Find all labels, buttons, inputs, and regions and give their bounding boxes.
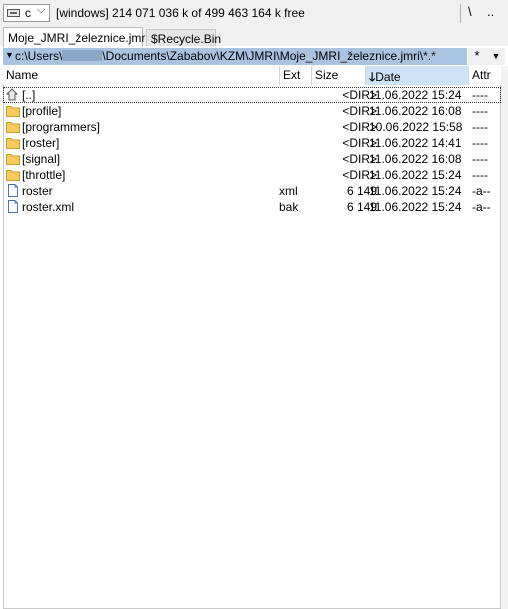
drive-free-space: [windows] 214 071 036 k of 499 463 164 k… — [56, 6, 305, 20]
file-size: <DIR> — [342, 88, 377, 102]
file-attr: ---- — [472, 120, 488, 134]
file-ext: xml — [279, 184, 298, 198]
parent-up-icon — [5, 88, 20, 101]
file-attr: -a-- — [472, 200, 491, 214]
file-date: 11.06.2022 15:24 — [369, 184, 462, 198]
column-attr[interactable]: Attr — [469, 66, 501, 85]
file-date: 11.06.2022 15:24 — [369, 168, 462, 182]
file-row[interactable]: [profile] <DIR> 11.06.2022 16:08 ---- — [3, 103, 501, 119]
file-ext: bak — [279, 200, 299, 214]
file-attr: ---- — [472, 136, 488, 150]
path-bar[interactable]: ▼ c:\Users\ \Documents\Zababov\KZM\JMRI\M… — [3, 48, 471, 65]
file-date: 11.06.2022 16:08 — [369, 104, 462, 118]
file-row[interactable]: [..] <DIR> 11.06.2022 15:24 ---- — [3, 87, 501, 103]
folder-tabs: Moje_JMRI_železnice.jmri $Recycle.Bin — [0, 27, 508, 47]
column-date-label: Date — [375, 70, 401, 84]
file-size: <DIR> — [342, 120, 377, 134]
file-name: [signal] — [22, 152, 61, 166]
filter-button[interactable]: * — [467, 48, 487, 65]
file-row[interactable]: roster.xml bak 6 149 11.06.2022 15:24 -a-- — [3, 199, 501, 215]
drive-letter: c — [25, 6, 31, 20]
file-attr: ---- — [472, 152, 488, 166]
folder-icon — [6, 104, 20, 117]
folder-icon — [6, 168, 20, 181]
file-attr: ---- — [472, 88, 488, 102]
file-attr: ---- — [472, 104, 488, 118]
folder-icon — [6, 120, 20, 133]
path-suffix: \Documents\Zababov\KZM\JMRI\Moje_JMRI_že… — [102, 49, 436, 63]
file-row[interactable]: [throttle] <DIR> 11.06.2022 15:24 ---- — [3, 167, 501, 183]
folder-icon — [6, 152, 20, 165]
column-size[interactable]: Size — [312, 66, 366, 85]
redacted-username — [62, 50, 103, 61]
column-date[interactable]: 🡓Date — [366, 66, 469, 85]
root-dir-button[interactable]: \ — [468, 4, 472, 19]
chevron-down-icon: ⌵ — [37, 4, 46, 16]
column-name[interactable]: Name — [3, 66, 280, 85]
filter-dropdown-icon[interactable]: ▼ — [487, 48, 505, 65]
file-name: [throttle] — [22, 168, 66, 182]
file-name: [roster] — [22, 136, 60, 150]
file-size: 6 149 — [346, 200, 377, 214]
file-name: roster.xml — [22, 200, 75, 214]
file-size: <DIR> — [342, 104, 377, 118]
path-prefix: c:\Users\ — [15, 49, 63, 63]
file-size: <DIR> — [342, 136, 377, 150]
file-row[interactable]: [programmers] <DIR> 10.06.2022 15:58 ---- — [3, 119, 501, 135]
path-text: c:\Users\ \Documents\Zababov\KZM\JMRI\Moj… — [15, 49, 436, 63]
drive-select[interactable]: c ⌵ — [3, 4, 50, 22]
column-header: Name Ext Size 🡓Date Attr — [3, 66, 501, 85]
file-attr: -a-- — [472, 184, 491, 198]
tab-recycle-bin[interactable]: $Recycle.Bin — [146, 29, 221, 46]
file-name: roster — [22, 184, 53, 198]
file-name: [programmers] — [22, 120, 101, 134]
history-dropdown-icon[interactable]: ▼ — [5, 50, 14, 60]
file-size: <DIR> — [342, 152, 377, 166]
drive-icon — [7, 9, 20, 17]
file-row[interactable]: [roster] <DIR> 11.06.2022 14:41 ---- — [3, 135, 501, 151]
folder-icon — [6, 136, 20, 149]
file-name: [profile] — [22, 104, 62, 118]
file-date: 11.06.2022 15:24 — [369, 88, 462, 102]
scrollbar[interactable] — [501, 66, 508, 609]
file-date: 11.06.2022 15:24 — [369, 200, 462, 214]
column-ext[interactable]: Ext — [280, 66, 312, 85]
toolbar-divider — [460, 4, 461, 23]
file-date: 10.06.2022 15:58 — [369, 120, 463, 134]
file-attr: ---- — [472, 168, 488, 182]
file-date: 11.06.2022 14:41 — [369, 136, 462, 150]
file-row[interactable]: [signal] <DIR> 11.06.2022 16:08 ---- — [3, 151, 501, 167]
file-size: <DIR> — [342, 168, 377, 182]
parent-dir-button[interactable]: .. — [487, 4, 494, 19]
file-size: 6 149 — [346, 184, 377, 198]
file-icon — [6, 184, 20, 197]
tab-moje-jmri[interactable]: Moje_JMRI_železnice.jmri — [3, 27, 148, 47]
drive-bar: c ⌵ [windows] 214 071 036 k of 499 463 1… — [0, 0, 508, 27]
file-row[interactable]: roster xml 6 149 11.06.2022 15:24 -a-- — [3, 183, 501, 199]
file-icon — [6, 200, 20, 213]
file-name: [..] — [22, 88, 36, 102]
file-date: 11.06.2022 16:08 — [369, 152, 462, 166]
